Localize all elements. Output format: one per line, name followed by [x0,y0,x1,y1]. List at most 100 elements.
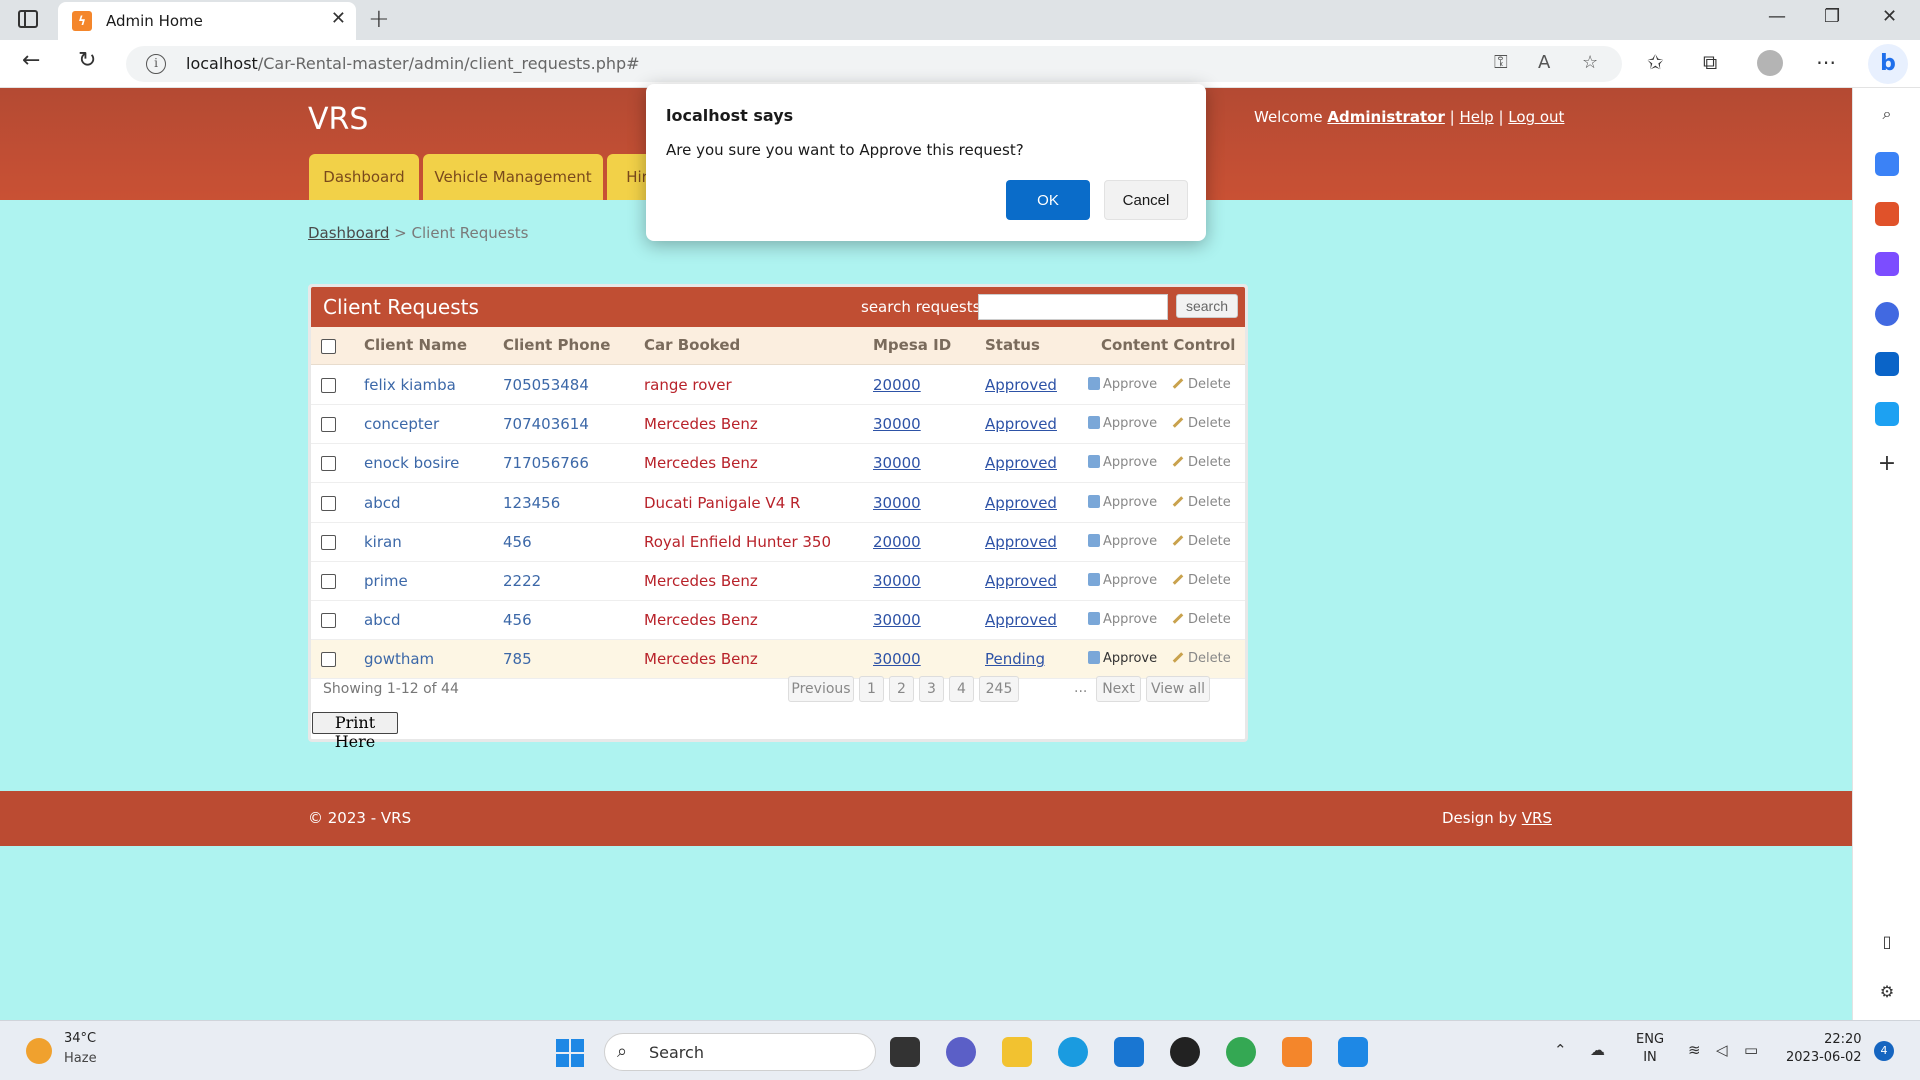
games-icon[interactable] [1875,252,1899,276]
row-checkbox[interactable] [321,574,336,589]
add-sidebar-app-icon[interactable]: + [1875,452,1899,476]
office-icon[interactable] [1875,302,1899,326]
pagination-page-2[interactable]: 2 [889,676,914,702]
col-status[interactable]: Status [985,336,1040,354]
site-info-icon[interactable]: i [146,54,166,74]
row-checkbox[interactable] [321,652,336,668]
approve-action[interactable]: Approve [1088,533,1157,549]
mail-icon[interactable] [1114,1037,1144,1067]
windows-start-icon[interactable] [556,1039,584,1067]
nav-tab-dashboard[interactable]: Dashboard [309,154,419,200]
breadcrumb-dashboard[interactable]: Dashboard [308,224,389,242]
shopping-tag-icon[interactable] [1875,152,1899,176]
col-client-name[interactable]: Client Name [364,336,467,354]
status-link[interactable]: Approved [985,376,1057,394]
status-link[interactable]: Approved [985,533,1057,551]
logout-link[interactable]: Log out [1508,108,1564,126]
approve-action[interactable]: Approve [1088,494,1157,510]
delete-action[interactable]: Delete [1172,534,1231,549]
clock[interactable]: 22:20 2023-06-02 [1786,1031,1862,1067]
mpesa-id-link[interactable]: 30000 [873,611,921,629]
status-link[interactable]: Approved [985,572,1057,590]
new-tab-icon[interactable]: + [368,4,390,34]
minimize-icon[interactable]: — [1768,6,1786,27]
delete-action[interactable]: Delete [1172,651,1231,666]
restore-icon[interactable]: ❐ [1824,6,1840,27]
show-hidden-icons-icon[interactable]: ⌃ [1554,1041,1567,1059]
xampp-icon[interactable] [1282,1037,1312,1067]
taskbar-search[interactable]: ⌕ Search [604,1033,876,1071]
select-all-checkbox[interactable] [321,339,336,354]
sidebar-settings-icon[interactable]: ⚙ [1875,980,1899,1004]
language-indicator[interactable]: ENG IN [1636,1031,1664,1067]
mpesa-id-link[interactable]: 20000 [873,376,921,394]
delete-action[interactable]: Delete [1172,573,1231,588]
status-link[interactable]: Approved [985,611,1057,629]
approve-action[interactable]: Approve [1088,573,1157,588]
outlook-icon[interactable] [1875,352,1899,376]
col-car-booked[interactable]: Car Booked [644,336,740,354]
vscode-icon[interactable] [1338,1037,1368,1067]
mpesa-id-link[interactable]: 30000 [873,415,921,433]
mpesa-id-link[interactable]: 30000 [873,572,921,590]
battery-icon[interactable]: ▭ [1744,1041,1758,1059]
more-menu-icon[interactable]: ⋯ [1816,50,1836,74]
pagination-page-4[interactable]: 4 [949,676,974,702]
add-favorite-icon[interactable]: ☆ [1582,52,1598,73]
bing-copilot-icon[interactable]: b [1868,44,1908,84]
status-link[interactable]: Approved [985,494,1057,512]
close-tab-icon[interactable]: ✕ [331,8,346,29]
site-brand[interactable]: VRS [308,102,368,137]
help-link[interactable]: Help [1459,108,1493,126]
delete-action[interactable]: Delete [1172,416,1231,431]
pagination-page-245[interactable]: 245 [979,676,1019,702]
status-link[interactable]: Approved [985,454,1057,472]
key-icon[interactable]: ⚿ [1494,52,1508,73]
cancel-button[interactable]: Cancel [1104,180,1188,220]
design-link[interactable]: VRS [1522,809,1552,827]
hide-sidebar-icon[interactable]: ▯ [1875,930,1899,954]
nav-tab-vehicle-management[interactable]: Vehicle Management [423,154,603,200]
approve-action[interactable]: Approve [1088,377,1157,392]
pagination-view-all[interactable]: View all [1146,676,1210,702]
favorites-icon[interactable]: ✩ [1647,50,1664,74]
pagination-previous[interactable]: Previous [788,676,854,702]
refresh-icon[interactable]: ↻ [78,48,96,73]
close-window-icon[interactable]: ✕ [1882,6,1897,27]
search-button[interactable]: search [1176,294,1238,318]
row-checkbox[interactable] [321,456,336,472]
tab-actions-icon[interactable] [18,10,38,28]
ok-button[interactable]: OK [1006,180,1090,220]
weather-haze-icon[interactable] [26,1038,52,1064]
profile-avatar[interactable] [1757,50,1783,76]
wifi-icon[interactable]: ≋ [1688,1041,1701,1059]
volume-icon[interactable]: ◁ [1716,1041,1728,1059]
row-checkbox[interactable] [321,495,336,511]
delete-action[interactable]: Delete [1172,377,1231,392]
col-mpesa-id[interactable]: Mpesa ID [873,336,951,354]
delete-action[interactable]: Delete [1172,612,1231,627]
print-button[interactable]: Print Here [312,712,398,751]
approve-action[interactable]: Approve [1088,455,1157,470]
row-checkbox[interactable] [321,378,336,393]
status-link[interactable]: Pending [985,650,1045,668]
url-field[interactable]: i localhost/Car-Rental-master/admin/clie… [126,46,1622,82]
delete-action[interactable]: Delete [1172,495,1231,510]
row-checkbox[interactable] [321,534,336,550]
approve-action[interactable]: Approve [1088,651,1157,666]
search-input[interactable] [978,294,1168,320]
file-explorer-icon[interactable] [1002,1037,1032,1067]
pagination-page-1[interactable]: 1 [859,676,884,702]
pagination-next[interactable]: Next [1096,676,1141,702]
pagination-page-3[interactable]: 3 [919,676,944,702]
mpesa-id-link[interactable]: 30000 [873,454,921,472]
weather-condition[interactable]: Haze [64,1051,97,1066]
row-checkbox[interactable] [321,613,336,629]
collections-icon[interactable]: ⧉ [1703,50,1717,74]
chrome-icon[interactable] [1226,1037,1256,1067]
approve-action[interactable]: Approve [1088,416,1157,431]
delete-action[interactable]: Delete [1172,455,1231,470]
notification-badge[interactable]: 4 [1874,1041,1894,1061]
edge-browser-icon[interactable] [1058,1037,1088,1067]
col-client-phone[interactable]: Client Phone [503,336,610,354]
